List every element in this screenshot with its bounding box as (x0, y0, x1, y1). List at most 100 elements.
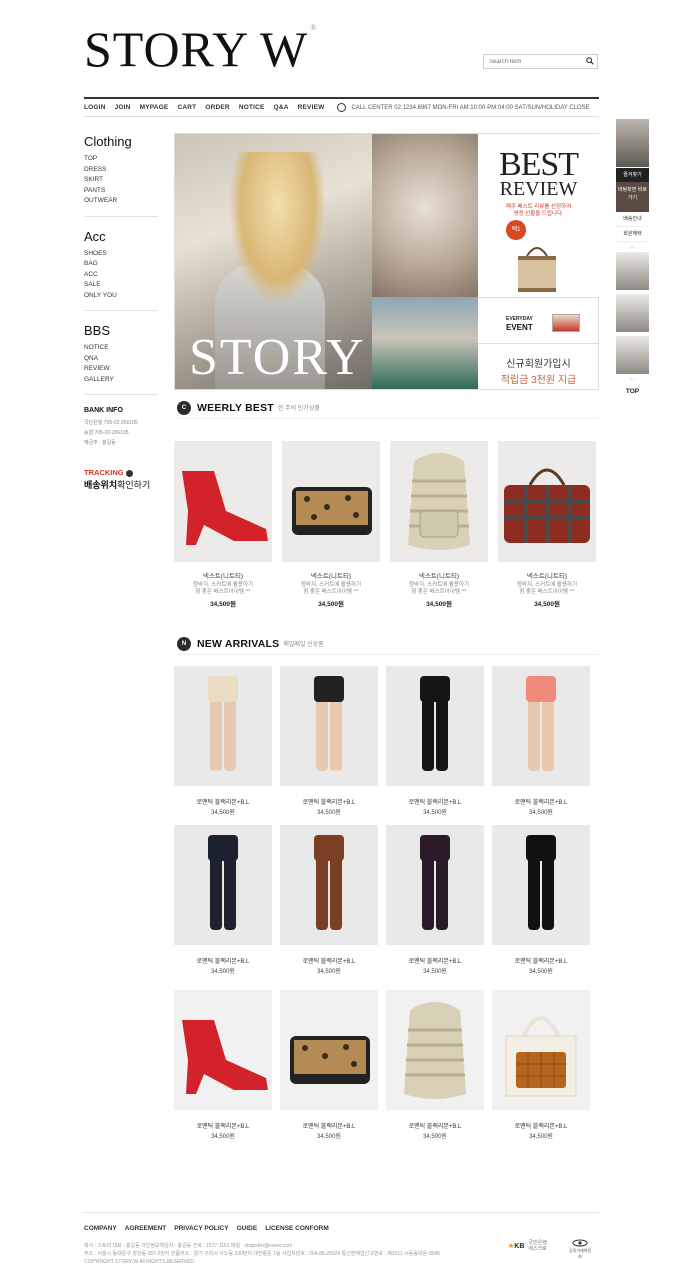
product-card[interactable]: 로맨틱 블랙리본+B.L 34,500원 (174, 990, 272, 1140)
search-icon[interactable] (586, 57, 594, 65)
sidebar-item-pants[interactable]: PANTS (84, 186, 158, 197)
product-desc: 청바지, 스커트에 활용하기 참 좋은 베스트아이템 ^^ (516, 582, 578, 595)
product-card[interactable]: 로맨틱 블랙리본+B.L 34,500원 (280, 825, 378, 975)
registered-mark: ® (310, 23, 318, 32)
tracking-title[interactable]: TRACKING (84, 468, 158, 477)
nav-cart[interactable]: CART (177, 104, 196, 111)
sidebar-item-outwear[interactable]: OUTWEAR (84, 196, 158, 207)
footer-link-privacy[interactable]: PRIVACY POLICY (174, 1225, 228, 1232)
site-logo[interactable]: STORY W ® (84, 21, 318, 77)
product-image (174, 990, 272, 1110)
sidebar-item-top[interactable]: TOP (84, 154, 158, 165)
recent-item[interactable] (616, 336, 649, 374)
chevron-up-icon[interactable]: ︿ (616, 242, 649, 252)
sidebar-title-acc[interactable]: Acc (84, 229, 158, 244)
bank-line: 예금주 : 홍길동 (84, 440, 116, 446)
sidebar-item-skirt[interactable]: SKIRT (84, 175, 158, 186)
product-name: 로맨틱 블랙리본+B.L (196, 959, 250, 965)
sidebar-item-review[interactable]: REVIEW (84, 364, 158, 375)
product-card[interactable]: 넥스트(니트티) 청바지, 스커트에 활용하기 참 좋은 베스트아이템 ^^ 3… (282, 441, 380, 608)
quick-link-benefits[interactable]: 회원혜택 (616, 227, 649, 242)
product-card[interactable]: 로맨틱 블랙리본+B.L 34,500원 (492, 990, 590, 1140)
recent-item[interactable] (616, 252, 649, 290)
sidebar-item-notice[interactable]: NOTICE (84, 343, 158, 354)
hero-story-text: STORY (189, 329, 366, 386)
quilted-tote-icon (505, 1016, 577, 1097)
join-banner[interactable]: 신규회원가입시 적립금 3천원 지급 (478, 343, 599, 389)
event-small-label: EVERYDAY (506, 316, 533, 322)
nav-order[interactable]: ORDER (205, 104, 229, 111)
product-card[interactable]: 넥스트(니트티) 청바지, 스커트에 활용하기 참 좋은 베스트아이템 ^^ 3… (498, 441, 596, 608)
sidebar-item-only-you[interactable]: ONLY YOU (84, 291, 158, 302)
product-price: 34,500원 (534, 601, 560, 608)
sidebar-title-clothing[interactable]: Clothing (84, 134, 158, 149)
product-name: 로맨틱 블랙리본+B.L (408, 800, 462, 806)
sidebar-item-gallery[interactable]: GALLERY (84, 375, 158, 386)
product-card[interactable]: 넥스트(니트티) 청바지, 스커트에 활용하기 참 좋은 베스트아이템 ^^ 3… (174, 441, 272, 608)
nav-mypage[interactable]: MYPAGE (140, 104, 169, 111)
product-card[interactable]: 로맨틱 블랙리본+B.L 34,500원 (386, 825, 484, 975)
logo-text: STORY W (84, 21, 309, 77)
hero-banner[interactable]: STORY BEST REVIEW 매주 베스트 리뷰를 선정하여 영정 선물을… (174, 133, 599, 390)
best-review-panel[interactable]: BEST REVIEW 매주 베스트 리뷰를 선정하여 영정 선물을 드립니다.… (478, 134, 599, 297)
copyright: COPYRIGHT STORY W All RIGHTS RESERVED. (84, 1259, 196, 1265)
sidebar-title-bbs[interactable]: BBS (84, 323, 158, 338)
hero-model-photo: STORY (175, 134, 372, 389)
nav-notice[interactable]: NOTICE (239, 104, 265, 111)
nav-review[interactable]: REVIEW (298, 104, 325, 111)
nav-join[interactable]: JOIN (115, 104, 131, 111)
product-card[interactable]: 넥스트(니트티) 청바지, 스커트에 활용하기 참 좋은 베스트아이템 ^^ 3… (390, 441, 488, 608)
product-card[interactable]: 로맨틱 블랙리본+B.L 34,500원 (174, 825, 272, 975)
product-name: 로맨틱 블랙리본+B.L (196, 800, 250, 806)
product-card[interactable]: 로맨틱 블랙리본+B.L 34,500원 (386, 666, 484, 816)
product-image (174, 441, 272, 562)
footer-link-guide[interactable]: GUIDE (237, 1225, 258, 1232)
kb-escrow-badge[interactable]: ★KB 국민은행 에스크로 (508, 1240, 547, 1252)
footer-link-agreement[interactable]: AGREEMENT (125, 1225, 167, 1232)
quick-thumb[interactable] (616, 119, 649, 167)
nav-qna[interactable]: Q&A (274, 104, 289, 111)
product-price: 34,500원 (317, 969, 341, 975)
product-name: 로맨틱 블랙리본+B.L (408, 1124, 462, 1130)
sidebar-item-acc[interactable]: ACC (84, 270, 158, 281)
footer-link-company[interactable]: COMPANY (84, 1225, 117, 1232)
top-button[interactable]: TOP (616, 388, 649, 395)
product-desc: 청바지, 스커트에 활용하기 참 좋은 베스트아이템 ^^ (300, 582, 362, 595)
sidebar-item-dress[interactable]: DRESS (84, 165, 158, 176)
weekly-best-header: C WEERLY BEST 한 주의 인기상품 (177, 397, 599, 419)
product-card[interactable]: 로맨틱 블랙리본+B.L 34,500원 (492, 666, 590, 816)
tracking-link[interactable]: 배송위치확인하기 (84, 478, 158, 491)
product-price: 34,500원 (318, 601, 344, 608)
product-name: 로맨틱 블랙리본+B.L (514, 1124, 568, 1130)
product-card[interactable]: 로맨틱 블랙리본+B.L 34,500원 (280, 666, 378, 816)
product-image (386, 666, 484, 786)
section-icon: N (177, 636, 191, 651)
product-desc: 청바지, 스커트에 활용하기 참 좋은 베스트아이템 ^^ (408, 582, 470, 595)
everyday-event-banner[interactable]: EVERYDAY EVENT (478, 297, 599, 343)
favorite-button[interactable]: 즐겨찾기 (616, 168, 649, 182)
tracking-sub-bold: 배송위치 (84, 480, 118, 490)
product-name: 넥스트(니트티) (202, 573, 244, 580)
tracking-label: TRACKING (84, 468, 124, 477)
product-price: 34,500원 (423, 1134, 447, 1140)
product-card[interactable]: 로맨틱 블랙리본+B.L 34,500원 (280, 990, 378, 1140)
recent-item[interactable] (616, 294, 649, 332)
quick-link-shipping[interactable]: 배송안내 (616, 212, 649, 227)
product-image (280, 825, 378, 945)
product-card[interactable]: 로맨틱 블랙리본+B.L 34,500원 (492, 825, 590, 975)
section-subtitle: 한 주의 인기상품 (277, 406, 320, 412)
product-card[interactable]: 로맨틱 블랙리본+B.L 34,500원 (386, 990, 484, 1140)
ftc-badge[interactable]: 공정거래위원회 (568, 1239, 592, 1260)
sidebar-item-sale[interactable]: SALE (84, 280, 158, 291)
chevron-down-icon[interactable]: ﹀ (616, 378, 649, 388)
ftc-eye-icon (572, 1239, 588, 1247)
product-card[interactable]: 로맨틱 블랙리본+B.L 34,500원 (174, 666, 272, 816)
sidebar-item-bag[interactable]: BAG (84, 259, 158, 270)
desktop-shortcut-button[interactable]: 바탕화면 바로가기 (616, 182, 649, 212)
sidebar-item-qna[interactable]: QNA (84, 354, 158, 365)
sidebar-item-shoes[interactable]: SHOES (84, 249, 158, 260)
nav-login[interactable]: LOGIN (84, 104, 106, 111)
footer-link-license[interactable]: LICENSE CONFORM (265, 1225, 329, 1232)
search-input[interactable] (484, 55, 580, 68)
product-price: 34,500원 (423, 810, 447, 816)
